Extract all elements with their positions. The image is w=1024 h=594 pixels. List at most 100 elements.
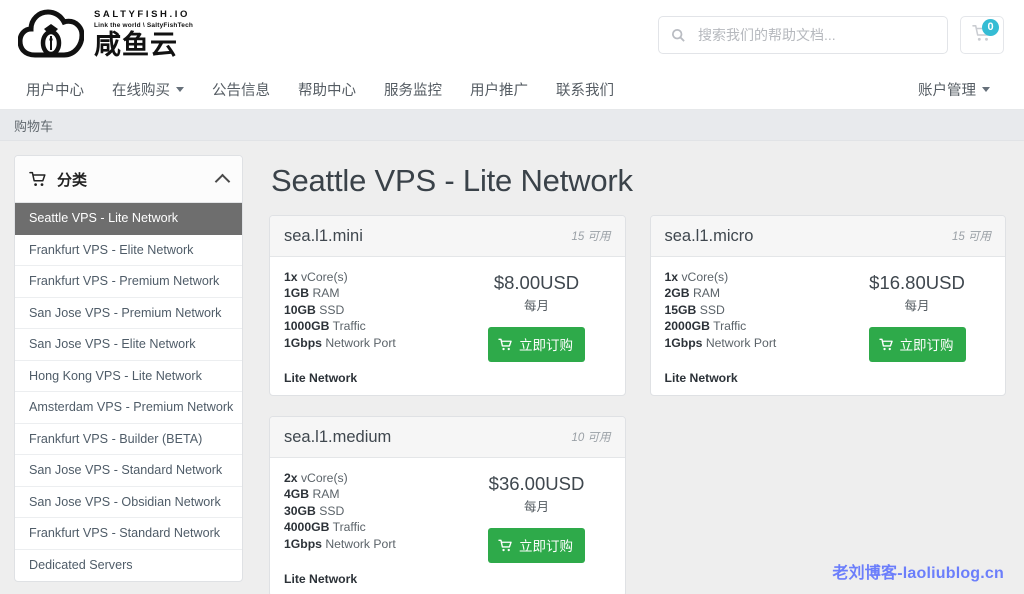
sidebar-item-label: Dedicated Servers (29, 558, 133, 572)
cart-count-badge: 0 (982, 19, 999, 36)
sidebar-item-label: Frankfurt VPS - Builder (BETA) (29, 432, 202, 446)
product-card-body: 2x vCore(s) 4GB RAM 30GB SSD 4000GB Traf… (270, 458, 625, 594)
chevron-down-icon (982, 87, 990, 92)
spec-disk-value: 30GB (284, 504, 316, 518)
cart-button[interactable]: 0 (960, 16, 1004, 54)
nav-item-contact-us[interactable]: 联系我们 (542, 79, 628, 100)
page-title: Seattle VPS - Lite Network (271, 163, 1006, 199)
order-now-label: 立即订购 (900, 334, 954, 354)
spec-traffic-label: Traffic (713, 319, 746, 333)
product-card[interactable]: sea.l1.micro 15 可用 1x vCore(s) 2GB RAM 1… (650, 215, 1007, 396)
spec-ram-label: RAM (693, 286, 720, 300)
shopping-cart-icon (879, 338, 894, 351)
spec-disk-value: 10GB (284, 303, 316, 317)
spec-cpu-label: vCore(s) (301, 270, 348, 284)
order-now-button[interactable]: 立即订购 (488, 528, 585, 563)
spec-port: 1Gbps Network Port (284, 536, 463, 552)
product-card[interactable]: sea.l1.mini 15 可用 1x vCore(s) 1GB RAM 10… (269, 215, 626, 396)
product-card-header: sea.l1.mini 15 可用 (270, 216, 625, 257)
spec-disk-label: SSD (700, 303, 725, 317)
sidebar-item-label: Frankfurt VPS - Premium Network (29, 274, 219, 288)
spec-ram-value: 2GB (665, 286, 690, 300)
sidebar-item-seattle-vps-lite[interactable]: Seattle VPS - Lite Network (15, 203, 242, 235)
product-price: $36.00USD (489, 472, 585, 495)
sidebar-item-amsterdam-vps-premium[interactable]: Amsterdam VPS - Premium Network (15, 392, 242, 424)
sidebar-item-hong-kong-vps-lite[interactable]: Hong Kong VPS - Lite Network (15, 361, 242, 393)
spec-cpu: 1x vCore(s) (665, 269, 844, 285)
order-now-label: 立即订购 (519, 334, 573, 354)
logo-tagline: Link the world \ SaltyFishTech (94, 21, 193, 31)
sidebar-item-san-jose-vps-obsidian[interactable]: San Jose VPS - Obsidian Network (15, 487, 242, 519)
product-availability: 15 可用 (952, 228, 991, 244)
nav-label: 账户管理 (918, 79, 976, 100)
spec-traffic: 2000GB Traffic (665, 318, 844, 334)
sidebar-item-san-jose-vps-standard[interactable]: San Jose VPS - Standard Network (15, 455, 242, 487)
main-navigation: 用户中心 在线购买 公告信息 帮助中心 服务监控 用户推广 联系我们 账户管理 (0, 70, 1024, 110)
spec-traffic: 4000GB Traffic (284, 519, 463, 535)
spec-disk: 15GB SSD (665, 302, 844, 318)
product-billing-period: 每月 (904, 295, 929, 314)
sidebar-item-label: Amsterdam VPS - Premium Network (29, 400, 233, 414)
saltyfish-cloud-logo-icon (18, 9, 84, 61)
category-sidebar-header[interactable]: 分类 (15, 156, 242, 203)
breadcrumb-item-cart[interactable]: 购物车 (14, 116, 53, 135)
nav-item-account-management[interactable]: 账户管理 (904, 79, 1004, 100)
spec-port: 1Gbps Network Port (284, 335, 463, 351)
sidebar-item-label: San Jose VPS - Premium Network (29, 306, 221, 320)
spec-ram: 2GB RAM (665, 285, 844, 301)
site-logo[interactable]: SALTYFISH.IO Link the world \ SaltyFishT… (18, 9, 193, 61)
sidebar-item-san-jose-vps-premium[interactable]: San Jose VPS - Premium Network (15, 298, 242, 330)
spec-port-value: 1Gbps (284, 537, 322, 551)
spec-port-label: Network Port (325, 537, 395, 551)
search-box[interactable] (658, 16, 948, 54)
spec-traffic-label: Traffic (333, 319, 366, 333)
spec-port-label: Network Port (706, 336, 776, 350)
spec-cpu-label: vCore(s) (681, 270, 728, 284)
sidebar-item-frankfurt-vps-standard[interactable]: Frankfurt VPS - Standard Network (15, 518, 242, 550)
spec-port-label: Network Port (325, 336, 395, 350)
nav-item-affiliate[interactable]: 用户推广 (456, 79, 542, 100)
product-main: Seattle VPS - Lite Network sea.l1.mini 1… (269, 155, 1006, 594)
nav-item-service-monitor[interactable]: 服务监控 (370, 79, 456, 100)
nav-item-list: 用户中心 在线购买 公告信息 帮助中心 服务监控 用户推广 联系我们 (22, 79, 628, 100)
spec-cpu-value: 1x (284, 270, 298, 284)
order-now-button[interactable]: 立即订购 (869, 327, 966, 362)
search-input[interactable] (696, 26, 935, 44)
spec-disk-label: SSD (319, 303, 344, 317)
sidebar-item-label: Frankfurt VPS - Standard Network (29, 526, 220, 540)
sidebar-item-dedicated-servers[interactable]: Dedicated Servers (15, 550, 242, 582)
spec-disk-label: SSD (319, 504, 344, 518)
chevron-up-icon[interactable] (215, 173, 231, 189)
header-actions: 0 (658, 16, 1004, 54)
nav-label: 在线购买 (112, 79, 170, 100)
sidebar-item-label: San Jose VPS - Obsidian Network (29, 495, 221, 509)
product-network-label: Lite Network (284, 572, 463, 586)
product-specs: 1x vCore(s) 2GB RAM 15GB SSD 2000GB Traf… (665, 269, 844, 385)
nav-item-announcements[interactable]: 公告信息 (198, 79, 284, 100)
product-name: sea.l1.medium (284, 428, 391, 447)
nav-item-help-center[interactable]: 帮助中心 (284, 79, 370, 100)
spec-cpu: 2x vCore(s) (284, 470, 463, 486)
nav-label: 用户中心 (26, 79, 84, 100)
nav-label: 用户推广 (470, 79, 528, 100)
product-price-column: $16.80USD 每月 立即订购 (843, 269, 991, 385)
sidebar-item-frankfurt-vps-elite[interactable]: Frankfurt VPS - Elite Network (15, 235, 242, 267)
product-card-body: 1x vCore(s) 2GB RAM 15GB SSD 2000GB Traf… (651, 257, 1006, 395)
product-name: sea.l1.micro (665, 227, 754, 246)
sidebar-item-label: Frankfurt VPS - Elite Network (29, 243, 193, 257)
spec-cpu: 1x vCore(s) (284, 269, 463, 285)
product-card[interactable]: sea.l1.medium 10 可用 2x vCore(s) 4GB RAM … (269, 416, 626, 594)
sidebar-item-frankfurt-vps-builder[interactable]: Frankfurt VPS - Builder (BETA) (15, 424, 242, 456)
nav-item-online-purchase[interactable]: 在线购买 (98, 79, 198, 100)
shopping-cart-icon (29, 171, 47, 187)
sidebar-item-frankfurt-vps-premium[interactable]: Frankfurt VPS - Premium Network (15, 266, 242, 298)
breadcrumb: 购物车 (0, 110, 1024, 141)
order-now-label: 立即订购 (519, 535, 573, 555)
product-availability: 15 可用 (572, 228, 611, 244)
spec-cpu-label: vCore(s) (301, 471, 348, 485)
nav-item-user-center[interactable]: 用户中心 (22, 79, 98, 100)
spec-ram: 4GB RAM (284, 486, 463, 502)
sidebar-item-san-jose-vps-elite[interactable]: San Jose VPS - Elite Network (15, 329, 242, 361)
spec-disk-value: 15GB (665, 303, 697, 317)
order-now-button[interactable]: 立即订购 (488, 327, 585, 362)
